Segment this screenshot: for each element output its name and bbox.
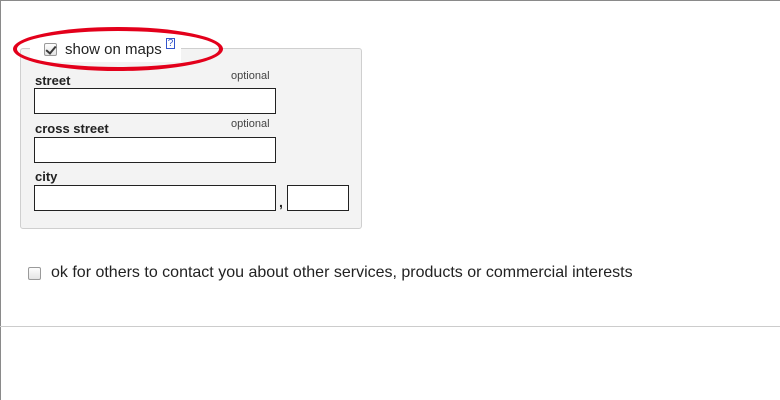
cross-street-label: cross street [35, 121, 109, 136]
help-icon[interactable]: ? [165, 37, 176, 49]
show-on-maps-checkbox[interactable] [44, 42, 57, 56]
street-label: street [35, 73, 71, 88]
city-region-separator: , [279, 194, 283, 210]
contact-ok-row: ok for others to contact you about other… [28, 264, 633, 282]
street-optional-note: optional [231, 70, 270, 82]
street-input[interactable] [34, 88, 276, 114]
window-top-border [0, 0, 780, 1]
contact-ok-checkbox[interactable] [28, 266, 41, 280]
cross-street-optional-note: optional [231, 118, 270, 130]
cross-street-input[interactable] [34, 137, 276, 163]
city-label: city [35, 169, 58, 184]
show-on-maps-legend: show on maps ? [30, 36, 182, 62]
show-on-maps-label[interactable]: show on maps [65, 41, 162, 58]
contact-ok-label[interactable]: ok for others to contact you about other… [51, 264, 633, 282]
city-input[interactable] [34, 185, 276, 211]
window-left-border [0, 0, 1, 400]
section-divider [0, 326, 780, 327]
region-input[interactable] [287, 185, 349, 211]
